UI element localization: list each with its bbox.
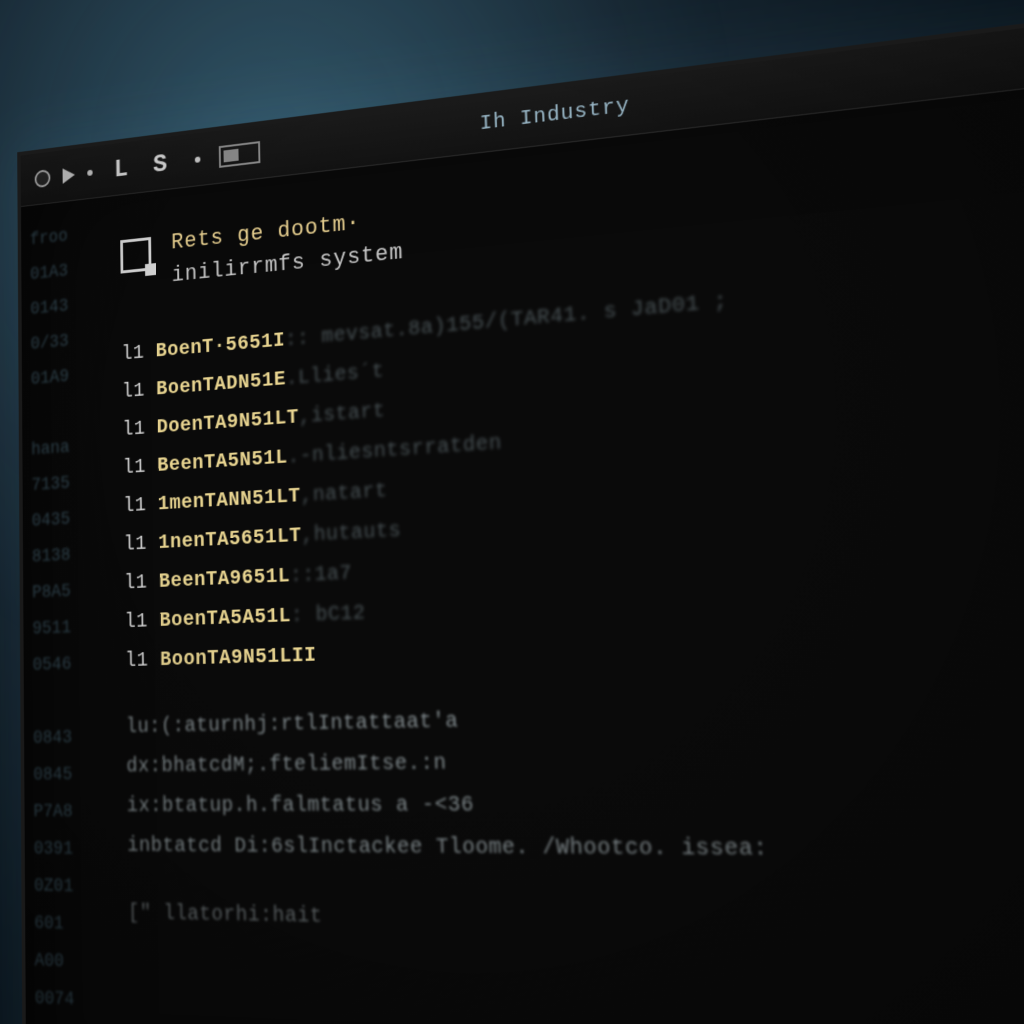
row-key: BoonTA9N51LII <box>160 644 317 673</box>
row-detail: ,hutauts <box>301 519 401 548</box>
row-key: DoenTA9N51LT <box>157 406 300 440</box>
gutter-line: 601 <box>34 905 91 944</box>
row-key: 1nenTA5651LT <box>158 524 302 555</box>
gutter-line <box>33 682 89 720</box>
gutter-line <box>31 393 86 433</box>
row-key: BoenTADN51E <box>156 368 286 402</box>
row-detail: : bC12 <box>291 601 366 628</box>
gutter-line: hana <box>31 429 86 469</box>
gutter-line: 01A9 <box>31 358 86 398</box>
row-detail: ,natart <box>300 479 387 508</box>
gutter-line: 01A3 <box>30 252 85 293</box>
row-detail: ::1a7 <box>290 562 352 589</box>
status-row: ix:btatup.h.falmtatus a -<36 <box>127 780 1024 828</box>
gutter-line: 8138 <box>32 537 88 576</box>
row-prefix: l1 <box>122 417 157 443</box>
row-key: BoenT·5651I <box>156 329 286 363</box>
gutter-line: froo <box>30 217 85 258</box>
gutter-line: 0845 <box>33 756 90 793</box>
row-prefix: l1 <box>123 455 158 480</box>
row-detail: ,istart <box>299 399 386 429</box>
ls-label: L S <box>114 148 173 184</box>
row-prefix: l1 <box>124 532 159 557</box>
gutter-line: 9511 <box>32 609 88 647</box>
terminal-window: L S Ih Industry froo01A301430/3301A9 han… <box>17 0 1024 1024</box>
row-prefix: l1 <box>125 649 160 674</box>
gutter-line: 0843 <box>33 719 89 757</box>
row-prefix: l1 <box>121 341 156 367</box>
terminal-output: Rets ge dootm· inilirrmfs system l1 Boen… <box>84 81 1024 1024</box>
row-detail: .-nliesntsrratden <box>287 431 502 469</box>
footer-row: [" llatorhi:hait <box>128 894 1024 959</box>
gutter-line: 0074 <box>35 980 92 1020</box>
progress-indicator-icon[interactable] <box>219 141 261 168</box>
gutter-line: 0546 <box>32 646 88 684</box>
row-prefix: l1 <box>124 571 159 596</box>
gutter-line: P8A5 <box>32 573 88 612</box>
status-row: inbtatcd Di:6slInctackee Tloome. /Whootc… <box>127 827 1024 877</box>
gutter-line: P7A8 <box>33 794 90 831</box>
row-prefix: l1 <box>122 378 157 404</box>
row-key: 1menTANN51LT <box>158 484 301 516</box>
row-prefix: l1 <box>123 493 158 518</box>
row-key: BeenTA5N51L <box>157 446 288 478</box>
separator-dot <box>87 169 92 175</box>
gutter-line: 0Z01 <box>34 868 91 906</box>
gutter-line: 7135 <box>31 465 87 504</box>
gutter-line: 0435 <box>32 500 88 539</box>
footer-block: [" llatorhi:hait <box>128 894 1024 959</box>
boot-listing: l1 BoenT·5651I:: mevsat.8a)155/(TAR41. s… <box>121 237 1024 682</box>
status-block: lu:(:aturnhj:rtlIntattaat'adx:bhatcdM;.f… <box>126 685 1024 877</box>
gutter-line: A00 <box>34 942 91 981</box>
gutter-line: 0391 <box>34 831 91 869</box>
row-prefix: l1 <box>125 609 160 634</box>
separator-dot <box>195 156 201 163</box>
record-icon[interactable] <box>35 169 51 188</box>
window-title: Ih Industry <box>479 94 630 136</box>
play-icon[interactable] <box>63 166 75 183</box>
line-number-gutter: froo01A301430/3301A9 hana713504358138P8A… <box>21 211 93 1024</box>
row-key: BoenTA5A51L <box>159 604 291 633</box>
row-detail: .Llies´t <box>286 360 385 392</box>
terminal-content[interactable]: froo01A301430/3301A9 hana713504358138P8A… <box>21 67 1024 1024</box>
document-icon <box>120 237 151 274</box>
gutter-line: 0/33 <box>30 322 85 362</box>
gutter-line: 9N14 <box>35 1018 92 1024</box>
gutter-line: 0143 <box>30 287 85 327</box>
row-key: BeenTA9651L <box>159 564 291 594</box>
